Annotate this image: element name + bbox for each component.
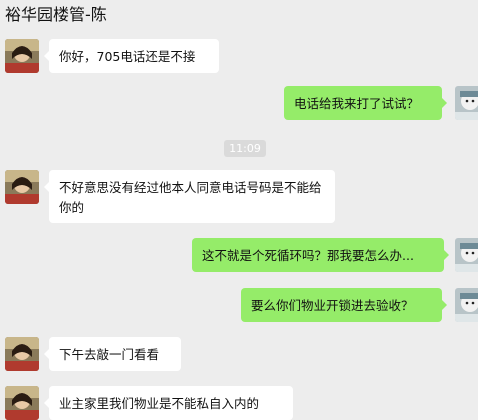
user-avatar[interactable] bbox=[455, 238, 478, 272]
contact-avatar[interactable] bbox=[5, 337, 39, 371]
message-bubble-incoming[interactable]: 你好，705电话还是不接 bbox=[44, 39, 219, 73]
contact-avatar[interactable] bbox=[5, 170, 39, 204]
chat-header: 裕华园楼管-陈 bbox=[0, 0, 478, 32]
message-text: 不好意思没有经过他本人同意电话号码是不能给你的 bbox=[59, 180, 322, 215]
message-bubble-incoming[interactable]: 不好意思没有经过他本人同意电话号码是不能给你的 bbox=[44, 170, 335, 223]
contact-avatar[interactable] bbox=[5, 386, 39, 420]
message-text: 你好，705电话还是不接 bbox=[59, 49, 196, 64]
message-text: 下午去敲一门看看 bbox=[59, 347, 160, 362]
message-text: 电话给我来打了试试？ bbox=[294, 96, 420, 111]
message-bubble-outgoing[interactable]: 这不就是个死循环吗？那我要怎么办... bbox=[192, 238, 449, 272]
message-text: 这不就是个死循环吗？那我要怎么办... bbox=[202, 248, 414, 263]
message-text: 要么你们物业开锁进去验收？ bbox=[251, 298, 414, 313]
message-timestamp: 11:09 bbox=[224, 140, 266, 157]
message-bubble-outgoing[interactable]: 电话给我来打了试试？ bbox=[284, 86, 447, 120]
message-text: 业主家里我们物业是不能私自入内的 bbox=[59, 396, 260, 411]
user-avatar[interactable] bbox=[455, 288, 478, 322]
message-bubble-incoming[interactable]: 业主家里我们物业是不能私自入内的 bbox=[44, 386, 293, 420]
chat-title: 裕华园楼管-陈 bbox=[5, 5, 107, 24]
contact-avatar[interactable] bbox=[5, 39, 39, 73]
message-bubble-incoming[interactable]: 下午去敲一门看看 bbox=[44, 337, 181, 371]
message-bubble-outgoing[interactable]: 要么你们物业开锁进去验收？ bbox=[241, 288, 447, 322]
user-avatar[interactable] bbox=[455, 86, 478, 120]
